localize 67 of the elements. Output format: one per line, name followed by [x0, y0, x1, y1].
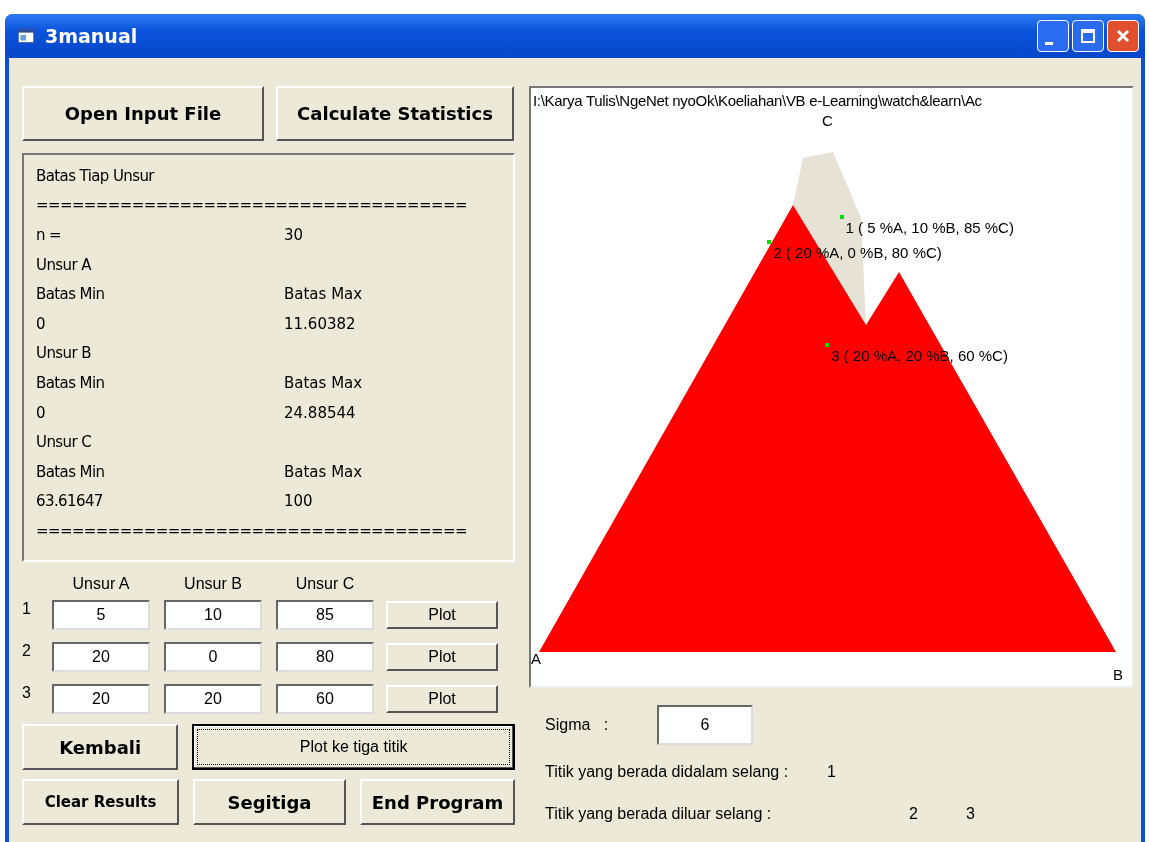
point-number: 3	[966, 805, 976, 823]
row-number: 1	[22, 600, 32, 618]
maximize-button[interactable]	[1072, 20, 1104, 52]
output-text: Unsur A	[36, 255, 93, 274]
row-number: 2	[22, 642, 32, 660]
point-marker	[839, 214, 844, 219]
output-text: Unsur C	[36, 433, 93, 452]
value-field[interactable]: 5	[52, 600, 150, 630]
value-field[interactable]: 60	[276, 684, 374, 714]
output-text: 11.60382	[284, 314, 356, 333]
window-icon	[17, 27, 35, 45]
value-field[interactable]: 10	[164, 600, 262, 630]
output-text: Batas Max	[284, 373, 363, 392]
value-field[interactable]: 85	[276, 600, 374, 630]
point-number: 2	[909, 805, 919, 823]
end-program-button[interactable]: End Program	[360, 779, 515, 825]
outside-range-label: Titik yang berada diluar selang :	[545, 805, 773, 823]
open-input-file-button[interactable]: Open Input File	[22, 86, 264, 141]
plot-button[interactable]: Plot	[386, 643, 498, 671]
calculate-statistics-button[interactable]: Calculate Statistics	[276, 86, 514, 141]
plot-all-button[interactable]: Plot ke tiga titik	[192, 724, 515, 770]
vertex-label: C	[822, 112, 833, 129]
maximize-icon	[1078, 26, 1098, 46]
triangle-button[interactable]: Segitiga	[193, 779, 346, 825]
output-text: 100	[284, 492, 313, 511]
vertex-label: B	[1113, 666, 1123, 683]
column-header: Unsur C	[294, 575, 356, 593]
output-text: 24.88544	[284, 403, 356, 422]
output-text: 30	[284, 226, 304, 244]
clear-results-button[interactable]: Clear Results	[22, 779, 179, 825]
window-title: 3manual	[45, 25, 139, 47]
minimize-icon	[1045, 41, 1053, 45]
sigma-label: Sigma :	[545, 716, 610, 734]
column-header: Unsur A	[71, 575, 131, 593]
output-text: 63.61647	[36, 492, 104, 511]
point-label: 1 ( 5 %A, 10 %B, 85 %C)	[845, 218, 1014, 236]
row-number: 3	[22, 684, 32, 702]
output-text: Batas Min	[36, 285, 106, 304]
plot-button[interactable]: Plot	[386, 685, 498, 713]
output-text: Batas Tiap Unsur	[36, 166, 156, 185]
file-path-text: I:\Karya Tulis\NgeNet nyoOk\Koeliahan\VB e-Learning\watch&learn\Ac	[533, 92, 982, 109]
value-field[interactable]: 20	[52, 642, 150, 672]
sigma-field[interactable]: 6	[657, 705, 753, 745]
output-text: Batas Max	[284, 285, 363, 304]
column-header: Unsur B	[183, 575, 243, 593]
output-text: Unsur B	[36, 344, 92, 363]
output-text: n =	[36, 226, 63, 244]
value-field[interactable]: 20	[52, 684, 150, 714]
inside-range-label: Titik yang berada didalam selang :	[545, 763, 790, 781]
point-number: 1	[827, 763, 837, 781]
plot-button[interactable]: Plot	[386, 601, 498, 629]
value-field[interactable]: 20	[164, 684, 262, 714]
output-text: 0	[36, 403, 46, 422]
back-button[interactable]: Kembali	[22, 724, 179, 770]
value-field[interactable]: 0	[164, 642, 262, 672]
output-text: Batas Min	[36, 462, 106, 481]
point-marker	[825, 342, 830, 347]
output-text: Batas Max	[284, 462, 363, 481]
value-field[interactable]: 80	[276, 642, 374, 672]
output-text: Batas Min	[36, 373, 106, 392]
output-text: ====================================	[36, 521, 467, 540]
minimize-button[interactable]	[1037, 20, 1069, 52]
output-text: ====================================	[36, 196, 467, 215]
point-marker	[767, 240, 772, 245]
vertex-label: A	[531, 650, 541, 667]
close-button[interactable]	[1107, 20, 1139, 52]
output-text: 0	[36, 314, 46, 333]
